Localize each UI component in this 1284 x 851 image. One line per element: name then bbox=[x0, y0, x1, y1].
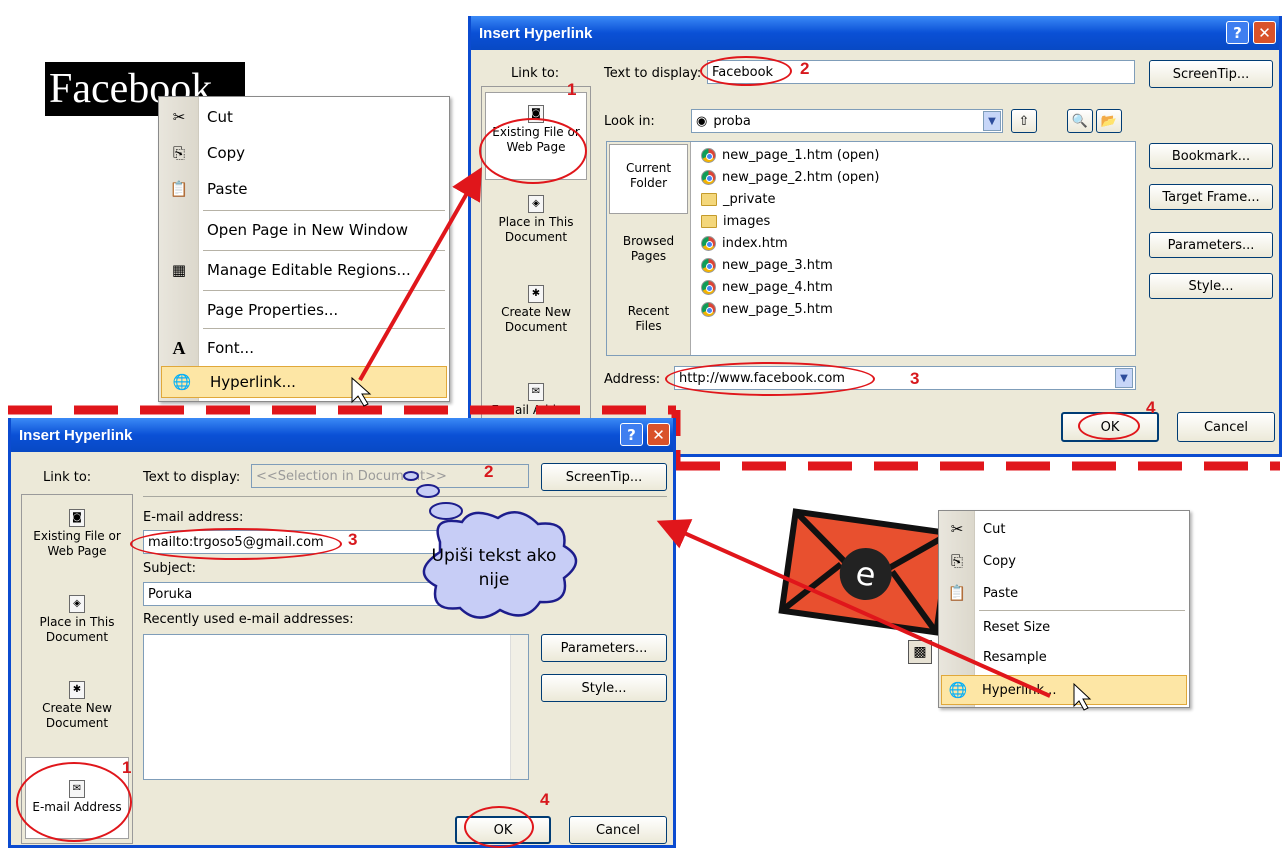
annotation-number: 2 bbox=[484, 462, 494, 481]
oval-existing-file bbox=[479, 118, 587, 184]
link-to-label: Link to: bbox=[43, 470, 92, 485]
link-to-create-new[interactable]: ✱ Create New Document bbox=[22, 681, 132, 731]
subject-label: Subject: bbox=[143, 561, 196, 576]
image-toolbar-icon[interactable]: ▩ bbox=[908, 640, 932, 664]
context-menu-image: ✂ Cut ⎘ Copy 📋 Paste Reset Size Resample 🌐 H… bbox=[938, 510, 1190, 708]
recent-emails-label: Recently used e-mail addresses: bbox=[143, 612, 354, 627]
paste-icon: 📋 bbox=[947, 584, 967, 602]
annotation-number: 1 bbox=[567, 80, 577, 99]
place-icon: ◈ bbox=[69, 595, 85, 613]
close-button[interactable]: ✕ bbox=[647, 423, 670, 446]
annotation-number: 3 bbox=[348, 530, 358, 549]
oval-address bbox=[665, 362, 875, 396]
scrollbar[interactable] bbox=[510, 635, 528, 779]
style-button[interactable]: Style... bbox=[541, 674, 667, 702]
new-doc-icon: ✱ bbox=[69, 681, 85, 699]
menu-item-hyperlink[interactable]: 🌐 Hyperlink... bbox=[941, 675, 1187, 705]
text-to-display-label: Text to display: bbox=[143, 470, 241, 485]
dialog-title: Insert Hyperlink bbox=[19, 426, 133, 444]
menu-item-copy[interactable]: ⎘ Copy bbox=[939, 545, 1189, 577]
annotation-number: 4 bbox=[1146, 398, 1156, 417]
cloud-text: Upiši tekst ako nije bbox=[431, 546, 557, 590]
hyperlink-icon: 🌐 bbox=[948, 681, 968, 699]
menu-item-paste[interactable]: 📋 Paste bbox=[939, 577, 1189, 609]
menu-item-resample[interactable]: Resample bbox=[939, 641, 1189, 673]
recent-emails-list[interactable] bbox=[143, 634, 529, 780]
parameters-button[interactable]: Parameters... bbox=[541, 634, 667, 662]
oval-email-address bbox=[130, 528, 342, 560]
oval-text-to-display bbox=[700, 56, 792, 86]
link-to-place-in-document[interactable]: ◈ Place in This Document bbox=[22, 595, 132, 645]
email-envelope-image[interactable]: e bbox=[776, 508, 956, 636]
email-address-label: E-mail address: bbox=[143, 510, 244, 525]
oval-ok-2 bbox=[464, 806, 534, 848]
cancel-button[interactable]: Cancel bbox=[569, 816, 667, 844]
annotation-number: 2 bbox=[800, 59, 810, 78]
dialog-titlebar: Insert Hyperlink bbox=[11, 418, 673, 452]
menu-item-cut[interactable]: ✂ Cut bbox=[939, 513, 1189, 545]
screentip-button[interactable]: ScreenTip... bbox=[541, 463, 667, 491]
scissors-icon: ✂ bbox=[950, 520, 964, 538]
oval-ok bbox=[1078, 412, 1140, 440]
oval-email-link bbox=[16, 762, 132, 842]
menu-item-reset-size[interactable]: Reset Size bbox=[939, 611, 1189, 643]
help-button[interactable]: ? bbox=[620, 423, 643, 446]
annotation-number: 4 bbox=[540, 790, 550, 809]
annotation-number: 1 bbox=[122, 758, 132, 777]
annotation-number: 3 bbox=[910, 369, 920, 388]
web-page-icon: ◙ bbox=[69, 509, 85, 527]
copy-icon: ⎘ bbox=[950, 552, 963, 570]
envelope-icon: e bbox=[778, 508, 954, 636]
link-to-existing-file[interactable]: ◙ Existing File or Web Page bbox=[22, 509, 132, 559]
